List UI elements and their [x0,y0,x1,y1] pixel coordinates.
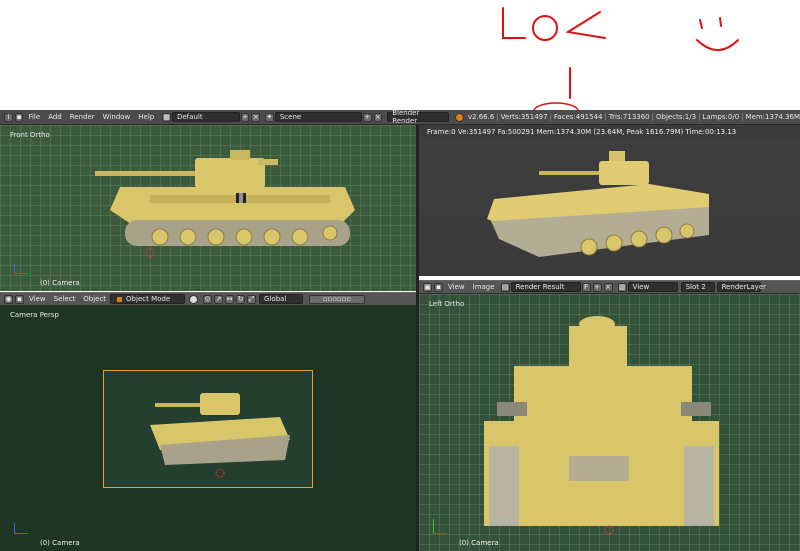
area-divider-vertical[interactable] [416,125,419,551]
orientation-dropdown[interactable]: Global [259,294,304,304]
editor-type-icon[interactable]: ◉ [4,294,13,304]
add-scene-icon[interactable]: + [362,112,372,122]
pivot-icon[interactable]: ⊙ [203,294,213,304]
image-dropdown[interactable]: Render Result [510,282,581,292]
layout-dropdown[interactable]: Default [171,112,240,122]
info-header: i ▪ File Add Render Window Help ▦ Defaul… [0,109,800,125]
view-mode-dropdown[interactable]: View [627,282,678,292]
verts-text: Verts:351497 [500,113,548,121]
viewport-left-ortho[interactable]: Left Ortho (0) Camera [419,294,800,551]
remove-layout-icon[interactable]: × [251,112,261,122]
axis-z [14,263,15,273]
annotation-area [0,0,800,120]
tank-render [487,151,709,257]
lamps-text: Lamps:0/0 [702,113,740,121]
render-layer-value: RenderLayer [721,283,766,291]
handwritten-lol [502,7,606,99]
orientation-value: Global [264,295,287,303]
menu-add[interactable]: Add [44,112,66,122]
view-mode-icon[interactable]: ▥ [617,282,627,292]
menu-help[interactable]: Help [134,112,158,122]
collapse-menu-icon[interactable]: ▪ [434,282,443,292]
viewport-camera-persp[interactable]: Camera Persp (0) Camera [0,305,416,551]
menu-view[interactable]: View [444,282,469,292]
axis-y [433,519,434,533]
axis-x [433,533,447,534]
scale-icon[interactable]: ⤢ [247,294,257,304]
image-value: Render Result [515,283,565,291]
viewport-footer: (0) Camera [40,539,80,547]
handwritten-annotations [502,7,739,120]
screen-layout-icon[interactable]: ▦ [162,112,171,122]
menu-render[interactable]: Render [66,112,99,122]
menu-window[interactable]: Window [99,112,135,122]
viewport-footer: (0) Camera [459,539,499,547]
render-result-panel[interactable]: Frame:0 Ve:351497 Fa:500291 Mem:1374.30M… [419,125,800,276]
axis-z [14,523,15,533]
rotate-icon[interactable]: ↻ [236,294,246,304]
tris-text: Tris:713360 [608,113,650,121]
tank-front-view [484,316,719,535]
render-stats: Frame:0 Ve:351497 Fa:500291 Mem:1374.30M… [427,128,737,136]
remove-scene-icon[interactable]: × [373,112,383,122]
menu-file[interactable]: File [24,112,44,122]
viewport-front-ortho[interactable]: Front Ortho (0) Camera [0,125,416,291]
view3d-header: ◉ ▪ View Select Object Object Mode ⊙ ↗ ↔… [0,292,416,306]
collapse-menu-icon[interactable]: ▪ [14,112,24,122]
layout-value: Default [176,113,203,121]
objects-text: Objects:1/3 [656,113,697,121]
mode-value: Object Mode [126,295,171,303]
scene-icon[interactable]: ✦ [265,112,274,122]
fake-user-button[interactable]: F [581,282,591,292]
render-engine-dropdown[interactable]: Blender Render [387,109,450,125]
tank-side-view [95,150,355,258]
collapse-menu-icon[interactable]: ▪ [15,294,24,304]
object-mode-icon [116,295,124,303]
render-image [419,139,800,276]
mode-dropdown[interactable]: Object Mode [110,294,186,304]
slot-dropdown[interactable]: Slot 2 [680,282,715,292]
view-mode-value: View [632,283,650,291]
slot-value: Slot 2 [685,283,706,291]
render-layer-dropdown[interactable]: RenderLayer [716,282,766,292]
handwritten-smiley [696,17,739,51]
add-layout-icon[interactable]: + [240,112,250,122]
blender-logo-icon [455,112,464,122]
image-editor-header: ▣ ▪ View Image ▤ Render Result F + × ▥ V… [419,280,800,294]
new-image-icon[interactable]: + [592,282,602,292]
viewport-footer: (0) Camera [40,279,80,287]
editor-type-icon[interactable]: i [4,112,13,122]
menu-view[interactable]: View [25,294,50,304]
menu-image[interactable]: Image [469,282,499,292]
version-text: v2.66.6 [467,113,495,121]
axis-x [14,533,28,534]
tank-camera-view [150,393,290,478]
scene-value: Scene [279,113,302,121]
image-browse-icon[interactable]: ▤ [500,282,510,292]
menu-select[interactable]: Select [50,294,80,304]
editor-type-icon[interactable]: ▣ [423,282,432,292]
layers-icon[interactable]: ▫▫▫▫▫▫ [309,294,366,304]
translate-icon[interactable]: ↔ [225,294,235,304]
shading-icon[interactable] [189,294,199,304]
axis-x [14,273,28,274]
unlink-image-icon[interactable]: × [603,282,613,292]
annotation-circle [533,102,579,120]
render-engine-value: Blender Render [392,109,420,125]
manipulator-icon[interactable]: ↗ [214,294,224,304]
menu-object[interactable]: Object [79,294,110,304]
mem-text: Mem:1374.36M [745,113,800,121]
scene-dropdown[interactable]: Scene [274,112,362,122]
faces-text: Faces:491544 [553,113,603,121]
